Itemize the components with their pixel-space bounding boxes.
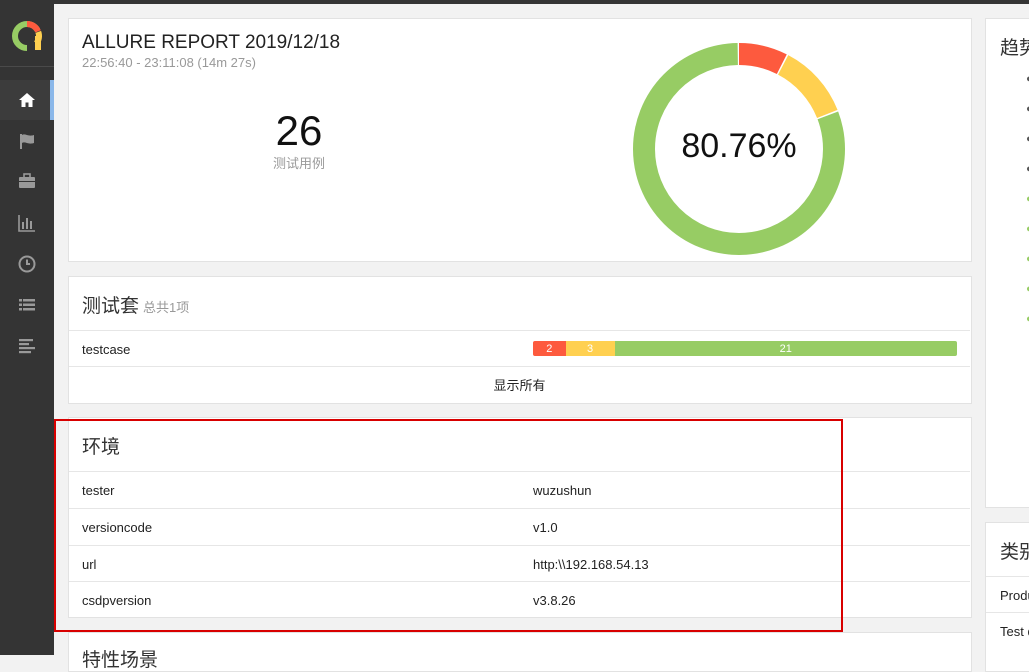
- suites-count: 总共1项: [143, 300, 190, 315]
- top-border: [0, 0, 1029, 4]
- features-title: 特性场景: [82, 650, 159, 671]
- categories-title: 类别: [1000, 542, 1029, 563]
- failed-segment[interactable]: 2: [533, 341, 566, 356]
- nav-item-timeline[interactable]: [0, 244, 54, 284]
- nav-item-behaviors[interactable]: [0, 285, 54, 325]
- suites-widget: 测试套 总共1项 testcase 2 3 21 显示所有: [68, 276, 972, 404]
- sidebar-divider: [0, 66, 54, 67]
- nav-item-overview[interactable]: [0, 80, 54, 120]
- trend-widget: 趋势 ● ● ● ● ● ● ● ● ●: [985, 18, 1029, 508]
- list-icon: [19, 299, 35, 311]
- summary-widget: ALLURE REPORT 2019/12/18 22:56:40 - 23:1…: [68, 18, 972, 262]
- passed-segment[interactable]: 21: [614, 341, 957, 356]
- test-count-label: 测试用例: [272, 156, 325, 171]
- report-title: ALLURE REPORT 2019/12/18: [82, 32, 341, 53]
- clock-icon: [18, 255, 36, 273]
- suite-status-bar[interactable]: 2 3 21: [533, 341, 957, 356]
- list-item[interactable]: Produ: [986, 576, 1029, 613]
- bar-chart-icon: [18, 215, 35, 232]
- highlight-annotation: [54, 419, 843, 632]
- flag-icon: [20, 134, 34, 149]
- features-widget: 特性场景: [68, 632, 972, 672]
- trend-title: 趋势: [1000, 38, 1029, 59]
- sidebar: [0, 0, 54, 655]
- nav-item-packages[interactable]: [0, 326, 54, 366]
- show-all-link[interactable]: 显示所有: [69, 375, 970, 394]
- briefcase-icon: [19, 173, 35, 188]
- table-row[interactable]: testcase 2 3 21: [69, 330, 970, 366]
- home-icon: [19, 93, 35, 107]
- broken-segment[interactable]: 3: [565, 341, 615, 356]
- categories-widget: 类别 Produ Test d: [985, 522, 1029, 672]
- nav-item-categories[interactable]: [0, 121, 54, 161]
- list-item[interactable]: Test d: [986, 612, 1029, 649]
- nav-item-graphs[interactable]: [0, 203, 54, 243]
- align-left-icon: [19, 339, 35, 354]
- suite-name: testcase: [82, 342, 131, 357]
- category-label: Produ: [1000, 588, 1029, 603]
- category-label: Test d: [1000, 624, 1029, 639]
- test-count: 26: [275, 107, 323, 154]
- allure-logo-icon[interactable]: [11, 20, 43, 52]
- nav-item-suites[interactable]: [0, 161, 54, 201]
- show-all-row: 显示所有: [69, 366, 970, 404]
- success-rate: 80.76%: [681, 127, 797, 165]
- suites-title: 测试套 总共1项: [82, 296, 190, 317]
- report-time-range: 22:56:40 - 23:11:08 (14m 27s): [82, 55, 256, 70]
